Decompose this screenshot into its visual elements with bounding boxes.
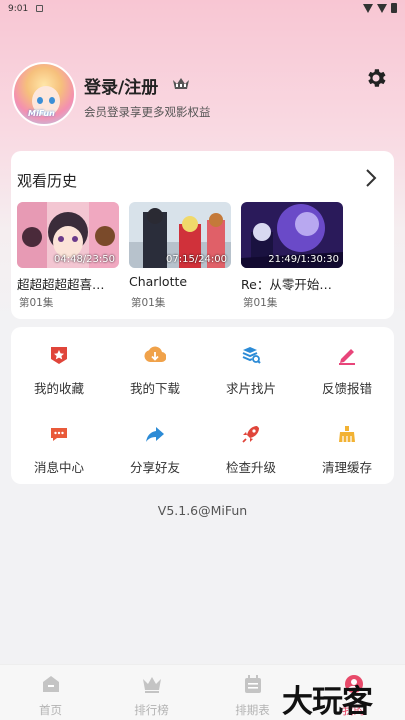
menu-item-messages[interactable]: 消息中心 [11,423,107,476]
history-item-episode: 第01集 [243,297,278,309]
menu-item-feedback[interactable]: 反馈报错 [299,344,395,397]
chevron-right-icon[interactable] [363,167,379,189]
share-icon [146,427,164,442]
watch-progress: 04:48/23:50 [53,254,115,265]
history-item-title[interactable]: 超超超超超喜… [17,274,121,293]
watch-progress: 21:49/1:30:30 [268,254,339,265]
gear-icon[interactable] [364,66,388,90]
version-text: V5.1.6@MiFun [157,503,248,518]
feature-menu-card: 我的收藏 我的下载 求片找片 反馈报错 消息中心 分享好友 检查升级 清理缓存 [11,327,394,484]
signal-icon [377,3,387,13]
login-subtitle: 会员登录享更多观影权益 [84,105,211,119]
avatar[interactable]: MiFun [12,62,76,126]
history-item-episode: 第01集 [131,297,166,309]
vip-crown-icon [173,78,189,89]
search-stack-icon [242,347,261,364]
site-watermark: 大玩客 [282,684,373,720]
notification-icon [36,5,43,12]
calendar-icon [244,675,261,693]
crown-icon [142,677,161,693]
menu-item-clear-cache[interactable]: 清理缓存 [299,423,395,476]
tab-home[interactable]: 首页 [0,665,101,720]
rocket-icon [242,426,259,443]
history-thumbnail[interactable]: 21:49/1:30:30 [241,202,343,268]
wifi-icon [363,3,373,13]
download-icon [144,346,167,363]
menu-item-downloads[interactable]: 我的下载 [107,344,203,397]
history-item-title[interactable]: Re：从零开始… [241,274,345,293]
menu-item-update[interactable]: 检查升级 [203,423,299,476]
pencil-icon [339,349,355,365]
watch-progress: 07:15/24:00 [165,254,227,265]
watch-history-card: 观看历史 04:48/23:50 超超超超超喜… 第01集 07:15/24:0… [11,151,394,319]
star-badge-icon [51,347,67,364]
history-thumbnail[interactable]: 07:15/24:00 [129,202,231,268]
history-title: 观看历史 [17,172,78,190]
status-bar: 9:01 [0,0,405,18]
history-thumbnail[interactable]: 04:48/23:50 [17,202,119,268]
menu-item-favorites[interactable]: 我的收藏 [11,344,107,397]
avatar-logo-text: MiFun [28,109,55,118]
tab-ranking[interactable]: 排行榜 [101,665,202,720]
message-icon [51,428,67,441]
menu-item-request[interactable]: 求片找片 [203,344,299,397]
history-item-title[interactable]: Charlotte [129,274,233,289]
login-register-link[interactable]: 登录/注册 [84,73,158,98]
broom-icon [339,426,355,442]
menu-item-share[interactable]: 分享好友 [107,423,203,476]
history-item-episode: 第01集 [19,297,54,309]
battery-icon [391,3,397,13]
status-time: 9:01 [8,4,29,14]
home-icon [42,676,59,692]
